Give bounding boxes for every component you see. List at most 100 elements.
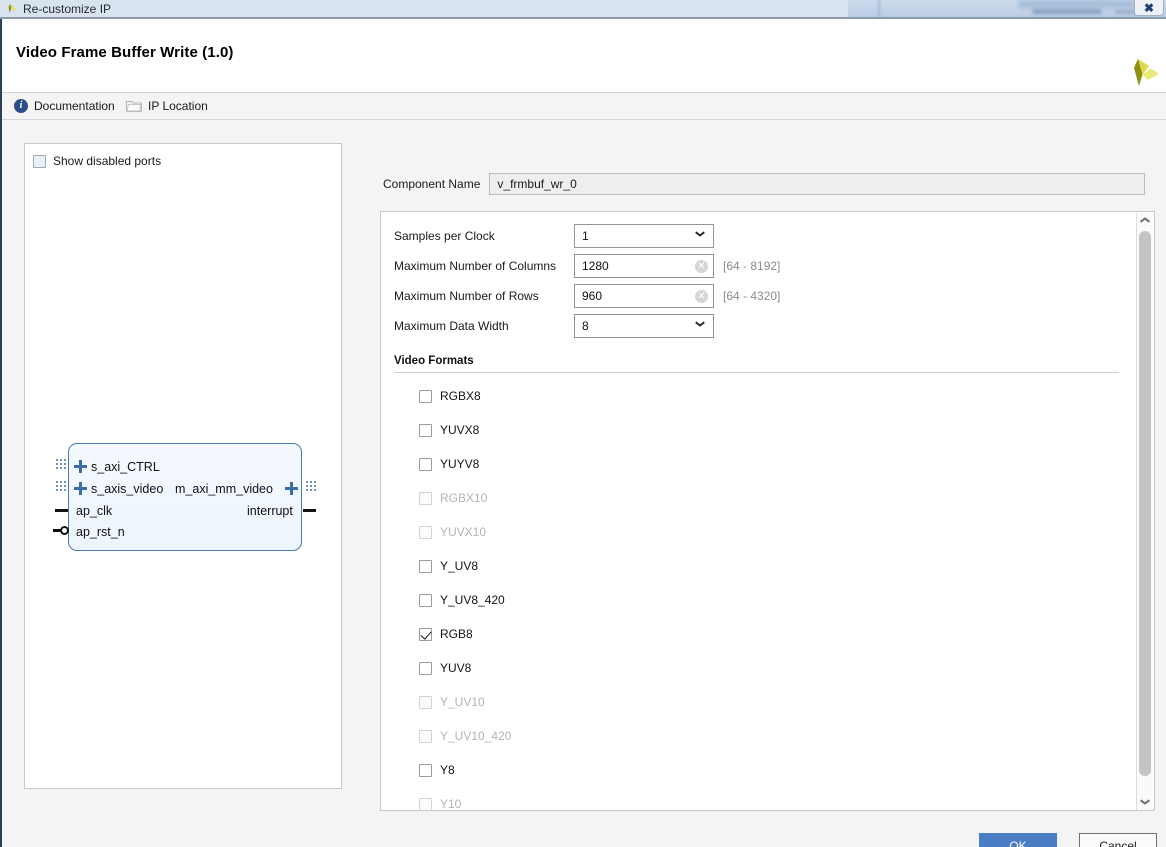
format-row-rgb8[interactable]: RGB8 xyxy=(419,626,473,642)
cancel-button[interactable]: Cancel xyxy=(1079,833,1157,847)
config-scrollbar[interactable] xyxy=(1136,213,1153,810)
max-rows-value: 960 xyxy=(582,289,603,303)
signal-pin-connector xyxy=(303,509,316,512)
window-title: Re-customize IP xyxy=(23,2,112,16)
format-row-y_uv8[interactable]: Y_UV8 xyxy=(419,558,478,574)
chevron-down-icon xyxy=(1141,801,1150,806)
component-name-label: Component Name xyxy=(383,177,481,191)
format-row-y_uv8_420[interactable]: Y_UV8_420 xyxy=(419,592,505,608)
dialog-body: Video Frame Buffer Write (1.0) i Documen… xyxy=(0,19,1166,847)
format-checkbox-yuyv8[interactable] xyxy=(419,457,432,471)
page-title: Video Frame Buffer Write (1.0) xyxy=(16,44,234,61)
format-label-rgbx10: RGBX10 xyxy=(440,491,488,505)
max-columns-label: Maximum Number of Columns xyxy=(394,259,557,273)
ip-location-label: IP Location xyxy=(148,99,208,113)
format-checkbox-rgbx8[interactable] xyxy=(419,389,432,403)
port-label-s-axi-ctrl: s_axi_CTRL xyxy=(91,460,160,474)
port-label-m-axi-mm-video: m_axi_mm_video xyxy=(175,482,273,496)
documentation-label: Documentation xyxy=(34,99,115,113)
bus-pin-connector xyxy=(306,481,316,496)
format-checkbox-yuv8[interactable] xyxy=(419,661,432,675)
field-row-max-columns: Maximum Number of Columns 1280 ✕ [64 - 8… xyxy=(394,254,780,278)
signal-pin-connector xyxy=(55,509,68,512)
format-checkbox-y_uv8_420[interactable] xyxy=(419,593,432,607)
format-checkbox-y_uv8[interactable] xyxy=(419,559,432,573)
component-name-row: Component Name v_frmbuf_wr_0 xyxy=(383,173,1146,195)
show-disabled-ports-row[interactable]: Show disabled ports xyxy=(33,154,161,168)
max-columns-input[interactable]: 1280 ✕ xyxy=(574,254,714,278)
ip-location-button[interactable]: IP Location xyxy=(126,97,208,115)
max-data-width-value: 8 xyxy=(582,319,589,333)
format-label-y10: Y10 xyxy=(440,797,462,811)
close-window-button[interactable]: ✖ xyxy=(1134,0,1164,16)
show-disabled-ports-label: Show disabled ports xyxy=(53,154,162,168)
expand-bus-icon[interactable] xyxy=(74,460,87,473)
format-label-y_uv10_420: Y_UV10_420 xyxy=(440,729,512,743)
format-checkbox-yuvx8[interactable] xyxy=(419,423,432,437)
samples-per-clock-label: Samples per Clock xyxy=(394,229,495,243)
chevron-down-icon xyxy=(696,323,704,328)
bus-pin-connector xyxy=(56,459,66,474)
documentation-button[interactable]: i Documentation xyxy=(14,97,115,115)
max-columns-range: [64 - 8192] xyxy=(723,259,781,273)
dialog-header: Video Frame Buffer Write (1.0) xyxy=(2,19,1166,92)
format-checkbox-rgb8[interactable] xyxy=(419,627,432,641)
format-row-y_uv10_420: Y_UV10_420 xyxy=(419,728,511,744)
max-data-width-label: Maximum Data Width xyxy=(394,319,509,333)
samples-per-clock-value: 1 xyxy=(582,229,589,243)
format-label-rgbx8: RGBX8 xyxy=(440,389,481,403)
format-checkbox-y8[interactable] xyxy=(419,763,432,777)
expand-bus-icon[interactable] xyxy=(74,482,87,495)
format-label-y8: Y8 xyxy=(440,763,455,777)
xilinx-logo-icon xyxy=(5,2,19,16)
field-row-max-data-width: Maximum Data Width 8 xyxy=(394,314,714,338)
format-label-y_uv8_420: Y_UV8_420 xyxy=(440,593,505,607)
xilinx-logo xyxy=(1122,55,1160,93)
chevron-down-icon xyxy=(696,233,704,238)
max-data-width-combo[interactable]: 8 xyxy=(574,314,714,338)
ip-config-panel: Samples per Clock 1 Maximum Number of Co… xyxy=(380,211,1155,811)
format-checkbox-y_uv10_420 xyxy=(419,729,432,743)
max-rows-input[interactable]: 960 ✕ xyxy=(574,284,714,308)
format-checkbox-yuvx10 xyxy=(419,525,432,539)
port-label-interrupt: interrupt xyxy=(247,504,293,518)
format-row-y10: Y10 xyxy=(419,796,462,811)
format-label-yuvx8: YUVX8 xyxy=(440,423,480,437)
format-row-yuvx8[interactable]: YUVX8 xyxy=(419,422,479,438)
scroll-up-button[interactable] xyxy=(1137,213,1153,229)
samples-per-clock-combo[interactable]: 1 xyxy=(574,224,714,248)
scrollbar-thumb[interactable] xyxy=(1139,231,1151,776)
background-blur-shape xyxy=(1018,0,1138,8)
dialog-toolbar: i Documentation IP Location xyxy=(2,93,1166,119)
ok-button[interactable]: OK xyxy=(979,833,1057,847)
expand-bus-icon[interactable] xyxy=(285,482,298,495)
toolbar-divider xyxy=(2,119,1166,120)
clear-icon[interactable]: ✕ xyxy=(695,290,708,303)
format-checkbox-y_uv10 xyxy=(419,695,432,709)
info-icon: i xyxy=(14,99,28,113)
section-divider xyxy=(394,372,1119,373)
clear-icon[interactable]: ✕ xyxy=(695,260,708,273)
port-label-s-axis-video: s_axis_video xyxy=(91,482,164,496)
component-name-input[interactable]: v_frmbuf_wr_0 xyxy=(489,173,1146,195)
re-customize-ip-window: Re-customize IP ✖ Video Frame Buffer Wri… xyxy=(0,0,1166,847)
format-row-yuyv8[interactable]: YUYV8 xyxy=(419,456,479,472)
format-checkbox-rgbx10 xyxy=(419,491,432,505)
field-row-samples-per-clock: Samples per Clock 1 xyxy=(394,224,714,248)
port-label-ap-clk: ap_clk xyxy=(76,504,113,518)
format-label-yuv8: YUV8 xyxy=(440,661,472,675)
ip-block-symbol: s_axi_CTRL s_axis_video ap_clk ap_rst_n … xyxy=(53,443,316,551)
background-blur-shape xyxy=(1032,9,1102,14)
format-row-rgbx10: RGBX10 xyxy=(419,490,487,506)
format-label-y_uv8: Y_UV8 xyxy=(440,559,479,573)
format-row-y8[interactable]: Y8 xyxy=(419,762,455,778)
max-columns-value: 1280 xyxy=(582,259,609,273)
format-label-yuyv8: YUYV8 xyxy=(440,457,480,471)
ip-symbol-panel: Show disabled ports s_axi_CTRL s_axis_vi… xyxy=(24,143,342,789)
scroll-down-button[interactable] xyxy=(1137,795,1153,810)
window-titlebar: Re-customize IP ✖ xyxy=(0,0,1166,18)
show-disabled-ports-checkbox[interactable] xyxy=(33,154,46,168)
format-row-rgbx8[interactable]: RGBX8 xyxy=(419,388,481,404)
format-row-yuv8[interactable]: YUV8 xyxy=(419,660,471,676)
ip-config-content: Samples per Clock 1 Maximum Number of Co… xyxy=(381,212,1136,811)
